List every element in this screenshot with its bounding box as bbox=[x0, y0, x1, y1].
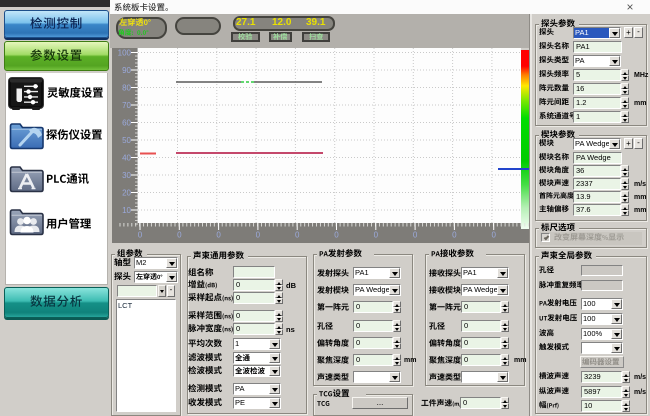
svg-text:0: 0 bbox=[452, 231, 457, 240]
svg-text:0: 0 bbox=[138, 231, 143, 240]
svg-text:80: 80 bbox=[122, 84, 131, 93]
svg-text:90: 90 bbox=[122, 66, 131, 75]
svg-text:0: 0 bbox=[256, 231, 261, 240]
svg-text:0: 0 bbox=[334, 231, 339, 240]
svg-text:50: 50 bbox=[122, 136, 131, 145]
svg-text:20: 20 bbox=[122, 189, 131, 198]
svg-text:0: 0 bbox=[177, 231, 182, 240]
svg-text:40: 40 bbox=[122, 154, 131, 163]
svg-text:100: 100 bbox=[118, 49, 132, 58]
svg-text:0: 0 bbox=[413, 231, 418, 240]
svg-text:60: 60 bbox=[122, 119, 131, 128]
svg-text:0: 0 bbox=[491, 231, 496, 240]
svg-text:0: 0 bbox=[216, 231, 221, 240]
svg-text:30: 30 bbox=[122, 171, 131, 180]
svg-text:70: 70 bbox=[122, 101, 131, 110]
svg-text:0: 0 bbox=[374, 231, 379, 240]
svg-text:10: 10 bbox=[122, 206, 131, 215]
svg-text:0: 0 bbox=[295, 231, 300, 240]
